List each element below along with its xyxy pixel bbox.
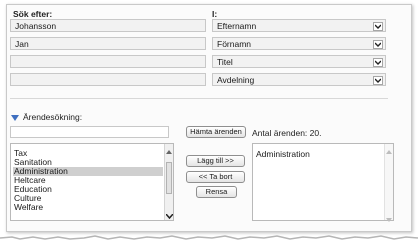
chevron-down-icon[interactable] (373, 76, 383, 85)
section-divider (10, 98, 388, 99)
scroll-down-icon[interactable] (386, 214, 392, 224)
list-item[interactable]: Administration (255, 150, 383, 159)
field-select-4[interactable]: Avdelning (212, 73, 386, 86)
add-button[interactable]: Lägg till >> (186, 155, 245, 167)
case-filter-input[interactable] (10, 126, 169, 138)
torn-edge-decoration (0, 234, 418, 241)
remove-button[interactable]: << Ta bort (186, 171, 245, 183)
field-select-1[interactable]: Efternamn (212, 19, 386, 32)
chevron-down-icon[interactable] (373, 40, 383, 49)
scroll-up-icon[interactable] (166, 146, 172, 156)
list-item[interactable]: Welfare (13, 203, 163, 212)
search-input-2[interactable]: Jan (10, 37, 206, 50)
scrollbar-thumb[interactable] (166, 162, 172, 194)
case-count-text: Antal ärenden: 20. (252, 128, 322, 138)
list-scrollbar[interactable] (164, 144, 174, 221)
search-input-4[interactable] (10, 73, 206, 86)
in-label: I: (212, 9, 218, 19)
chevron-down-icon[interactable] (165, 211, 174, 221)
search-panel: Sök efter: I: Johansson Jan Efternamn Fö… (6, 4, 412, 232)
list-scrollbar[interactable] (384, 144, 393, 222)
field-select-value: Förnamn (217, 39, 252, 49)
fetch-cases-button[interactable]: Hämta ärenden (186, 126, 246, 138)
field-select-3[interactable]: Titel (212, 55, 386, 68)
case-search-label: Ärendesökning: (23, 112, 83, 122)
chevron-down-icon[interactable] (373, 22, 383, 31)
available-cases-list[interactable]: Tax Sanitation Administration Heltcare E… (10, 143, 174, 221)
search-label: Sök efter: (13, 9, 53, 19)
chevron-down-icon[interactable] (373, 58, 383, 67)
field-select-value: Avdelning (217, 75, 255, 85)
search-input-1[interactable]: Johansson (10, 19, 206, 32)
scroll-up-icon[interactable] (386, 146, 392, 156)
expand-triangle-icon[interactable] (11, 114, 19, 121)
field-select-value: Efternamn (217, 21, 257, 31)
field-select-2[interactable]: Förnamn (212, 37, 386, 50)
selected-cases-list[interactable]: Administration (252, 143, 394, 222)
clear-button[interactable]: Rensa (196, 186, 237, 198)
field-select-value: Titel (217, 57, 233, 67)
search-input-3[interactable] (10, 55, 206, 68)
